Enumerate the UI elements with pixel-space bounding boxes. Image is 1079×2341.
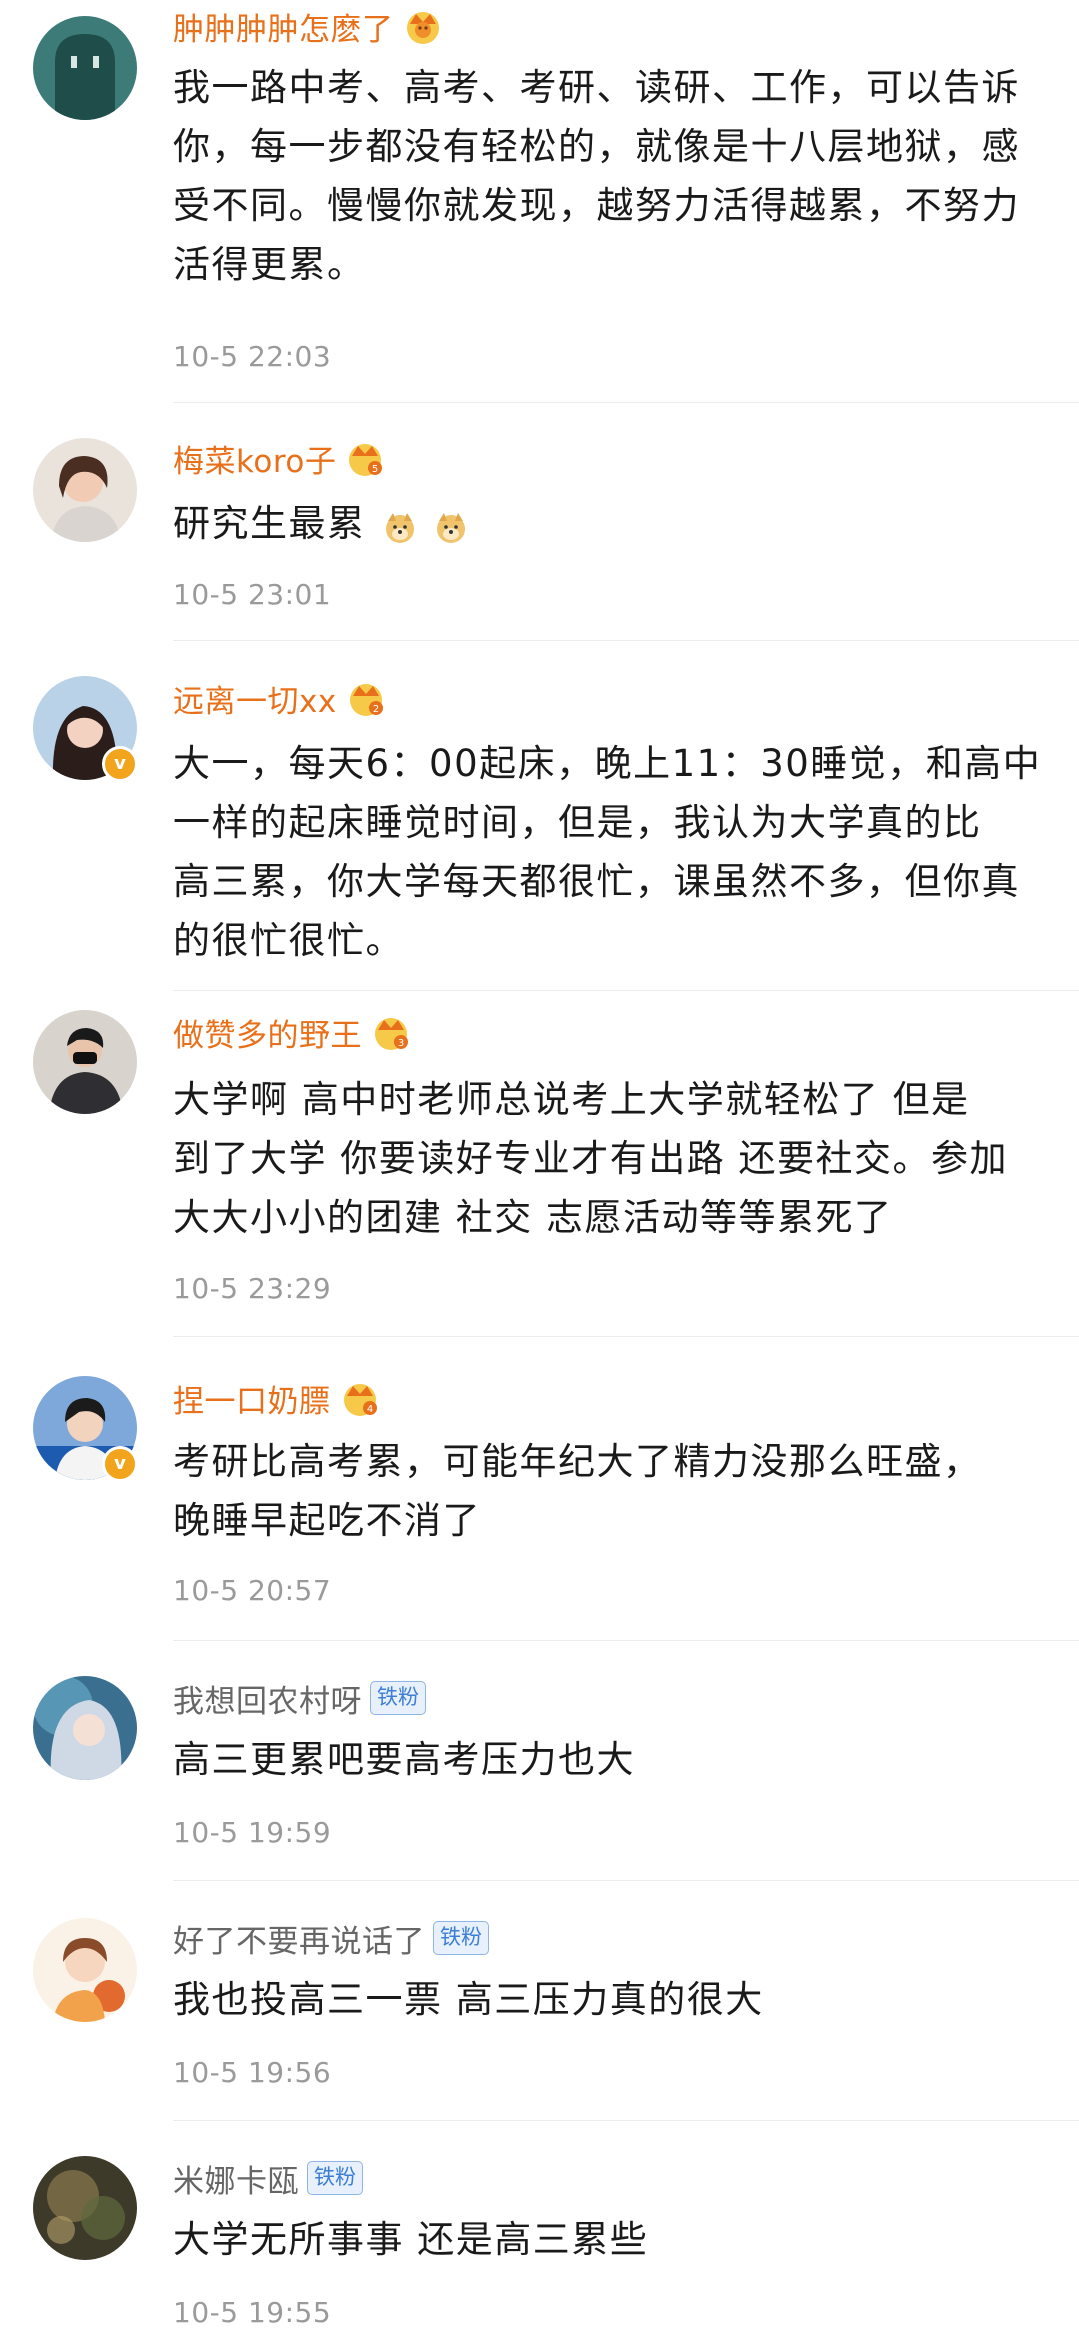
fan-badge: 铁粉 xyxy=(370,1681,426,1715)
name-row: 好了不要再说话了 铁粉 xyxy=(173,1916,489,1960)
comment-text: 大学无所事事 还是高三累些 xyxy=(173,2218,649,2261)
avatar[interactable] xyxy=(33,2156,137,2260)
name-row: 梅菜koro子 5 xyxy=(173,436,386,480)
fan-badge: 铁粉 xyxy=(433,1921,489,1955)
comment-text: 研究生最累 xyxy=(173,494,1053,555)
comment-time: 10-5 19:55 xyxy=(173,2296,332,2329)
avatar[interactable] xyxy=(33,16,137,120)
comment-time: 10-5 19:56 xyxy=(173,2056,332,2089)
divider xyxy=(173,990,1079,991)
divider xyxy=(173,1640,1079,1641)
name-row: 米娜卡瓯 铁粉 xyxy=(173,2156,363,2200)
fan-badge: 铁粉 xyxy=(307,2161,363,2195)
avatar[interactable] xyxy=(33,1676,137,1780)
divider xyxy=(173,1880,1079,1881)
username[interactable]: 捏一口奶膘 xyxy=(173,1376,331,1421)
comment-time: 10-5 23:01 xyxy=(173,578,332,611)
divider xyxy=(173,2120,1079,2121)
verified-badge-icon: v xyxy=(102,746,138,782)
username[interactable]: 远离一切xx xyxy=(173,676,337,721)
comment-time: 10-5 22:03 xyxy=(173,340,332,373)
svg-text:2: 2 xyxy=(373,704,379,715)
username[interactable]: 好了不要再说话了 xyxy=(173,1916,425,1961)
name-row: 捏一口奶膘 4 xyxy=(173,1376,381,1420)
comment-text: 我一路中考、高考、考研、读研、工作，可以告诉 你，每一步都没有轻松的，就像是十八… xyxy=(173,66,1020,286)
name-row: 肿肿肿肿怎麽了 xyxy=(173,4,444,48)
name-row: 远离一切xx 2 xyxy=(173,676,387,720)
divider xyxy=(173,402,1079,403)
avatar[interactable] xyxy=(33,1918,137,2022)
doge-emoji-icon xyxy=(437,512,466,543)
comment-text: 考研比高考累，可能年纪大了精力没那么旺盛， 晚睡早起吃不消了 xyxy=(173,1440,982,1542)
comment-time: 10-5 23:29 xyxy=(173,1272,332,1305)
comment-text: 大学啊 高中时老师总说考上大学就轻松了 但是 到了大学 你要读好专业才有出路 还… xyxy=(173,1078,1009,1239)
comment-text: 我也投高三一票 高三压力真的很大 xyxy=(173,1978,764,2021)
crown-badge-icon: 4 xyxy=(339,1378,381,1418)
avatar[interactable] xyxy=(33,438,137,542)
crown-badge-icon: 5 xyxy=(344,438,386,478)
svg-text:5: 5 xyxy=(372,464,378,475)
comment-text: 大一，每天6：00起床，晚上11：30睡觉，和高中 一样的起床睡觉时间，但是，我… xyxy=(173,742,1042,962)
avatar[interactable] xyxy=(33,1010,137,1114)
username[interactable]: 做赞多的野王 xyxy=(173,1010,362,1055)
crown-badge-icon: 3 xyxy=(370,1012,412,1052)
comment-time: 10-5 19:59 xyxy=(173,1816,332,1849)
comment-text: 高三更累吧要高考压力也大 xyxy=(173,1738,635,1781)
divider xyxy=(173,640,1079,641)
divider xyxy=(173,1336,1079,1337)
svg-text:3: 3 xyxy=(398,1038,404,1049)
username[interactable]: 肿肿肿肿怎麽了 xyxy=(173,4,394,49)
username[interactable]: 我想回农村呀 xyxy=(173,1676,362,1721)
crown-badge-icon xyxy=(402,6,444,46)
svg-text:4: 4 xyxy=(366,1404,372,1415)
name-row: 我想回农村呀 铁粉 xyxy=(173,1676,426,1720)
username[interactable]: 梅菜koro子 xyxy=(173,436,336,481)
name-row: 做赞多的野王 3 xyxy=(173,1010,412,1054)
crown-badge-icon: 2 xyxy=(345,678,387,718)
doge-emoji-icon xyxy=(385,512,414,543)
comment-time: 10-5 20:57 xyxy=(173,1574,332,1607)
username[interactable]: 米娜卡瓯 xyxy=(173,2156,299,2201)
verified-badge-icon: v xyxy=(102,1446,138,1482)
